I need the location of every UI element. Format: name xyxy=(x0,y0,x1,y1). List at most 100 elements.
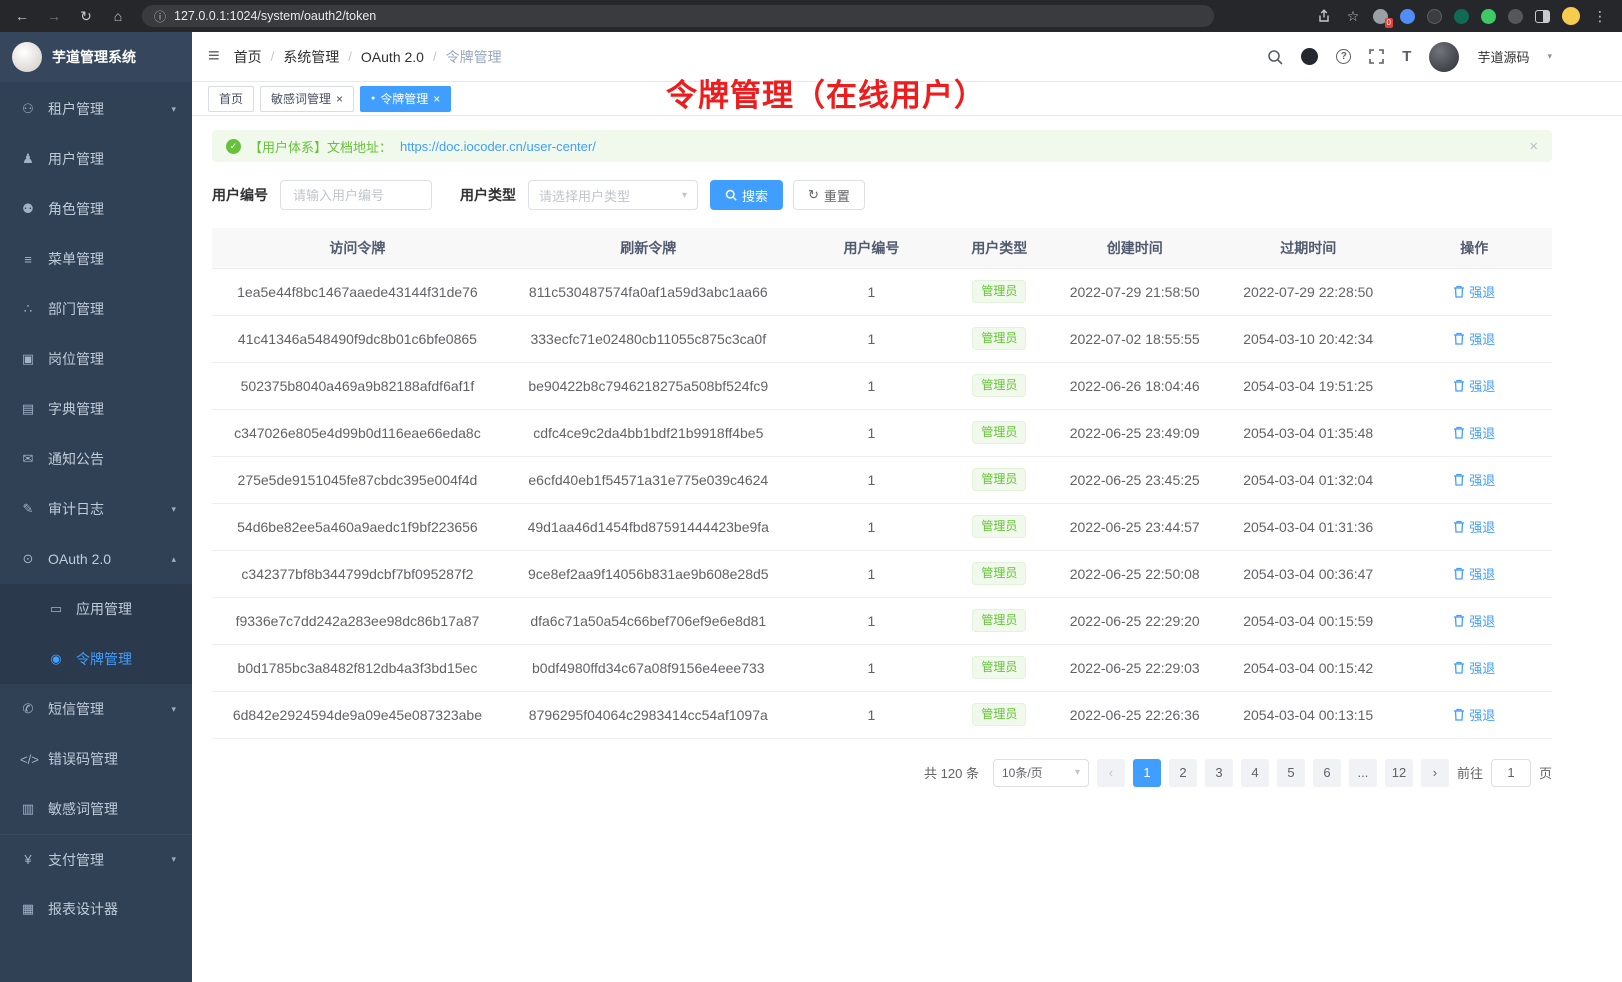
page-button[interactable]: 1 xyxy=(1133,759,1161,787)
force-logout-button[interactable]: 强退 xyxy=(1453,611,1495,630)
sidebar-item[interactable]: ∴ 部门管理 xyxy=(0,284,192,334)
address-bar[interactable]: ⓘ 127.0.0.1:1024/system/oauth2/token xyxy=(142,5,1214,27)
sidebar-item[interactable]: ▣ 岗位管理 xyxy=(0,334,192,384)
menu-item-label: 菜单管理 xyxy=(48,249,164,269)
expire-time-cell: 2054-03-04 00:13:15 xyxy=(1220,691,1397,738)
site-info-icon[interactable]: ⓘ xyxy=(154,8,166,25)
access-token-cell: c342377bf8b344799dcbf7bf095287f2 xyxy=(212,550,503,597)
tab[interactable]: 首页 xyxy=(208,86,254,112)
access-token-cell: f9336e7c7dd242a283ee98dc86b17a87 xyxy=(212,597,503,644)
sidebar-item[interactable]: ¥ 支付管理 ▾ xyxy=(0,834,192,884)
extension-icon-4[interactable] xyxy=(1454,9,1469,24)
sidebar-item[interactable]: ▭ 应用管理 xyxy=(0,584,192,634)
search-icon[interactable] xyxy=(1267,49,1283,65)
reload-icon[interactable]: ↻ xyxy=(78,9,94,23)
force-logout-button[interactable]: 强退 xyxy=(1453,705,1495,724)
bookmark-star-icon[interactable]: ☆ xyxy=(1345,9,1361,23)
fullscreen-icon[interactable] xyxy=(1369,49,1384,64)
force-logout-button[interactable]: 强退 xyxy=(1453,564,1495,583)
page-button[interactable]: 12 xyxy=(1385,759,1413,787)
sidebar-item[interactable]: ▤ 字典管理 xyxy=(0,384,192,434)
prev-page-button[interactable]: ‹ xyxy=(1097,759,1125,787)
jump-page-input[interactable] xyxy=(1491,759,1531,787)
refresh-token-cell: dfa6c71a50a54c66bef706ef9e6e8d81 xyxy=(503,597,794,644)
col-access-token: 访问令牌 xyxy=(212,228,503,268)
force-logout-button[interactable]: 强退 xyxy=(1453,423,1495,442)
user-name[interactable]: 芋道源码 xyxy=(1477,47,1529,66)
force-logout-button[interactable]: 强退 xyxy=(1453,658,1495,677)
force-logout-button[interactable]: 强退 xyxy=(1453,517,1495,536)
breadcrumb-oauth[interactable]: OAuth 2.0 xyxy=(361,49,424,65)
page-button[interactable]: 2 xyxy=(1169,759,1197,787)
sidebar-item[interactable]: ✆ 短信管理 ▾ xyxy=(0,684,192,734)
actions-cell: 强退 xyxy=(1396,409,1552,456)
sidebar-item[interactable]: ▦ 报表设计器 xyxy=(0,884,192,934)
tab[interactable]: ● 令牌管理 × xyxy=(360,86,451,112)
sidebar-item[interactable]: ✉ 通知公告 xyxy=(0,434,192,484)
page-button[interactable]: 5 xyxy=(1277,759,1305,787)
forward-icon[interactable]: → xyxy=(46,9,62,23)
font-size-icon[interactable]: T xyxy=(1402,48,1411,65)
user-id-cell: 1 xyxy=(794,456,949,503)
share-icon[interactable] xyxy=(1317,9,1333,23)
doc-link[interactable]: https://doc.iocoder.cn/user-center/ xyxy=(400,139,596,154)
help-icon[interactable]: ? xyxy=(1336,49,1351,64)
menu-item-icon: ⚉ xyxy=(20,201,36,217)
extension-icon-5[interactable] xyxy=(1508,9,1523,24)
menu-item-icon: </> xyxy=(20,752,36,767)
browser-profile-avatar[interactable] xyxy=(1562,7,1580,25)
user-avatar[interactable] xyxy=(1429,42,1459,72)
force-logout-button[interactable]: 强退 xyxy=(1453,376,1495,395)
user-type-badge: 管理员 xyxy=(972,374,1026,397)
access-token-cell: 54d6be82ee5a460a9aedc1f9bf223656 xyxy=(212,503,503,550)
user-id-label: 用户编号 xyxy=(212,185,268,205)
refresh-token-cell: 333ecfc71e02480cb11055c875c3ca0f xyxy=(503,315,794,362)
page-size-select[interactable]: 10条/页 ▾ xyxy=(993,759,1089,787)
back-icon[interactable]: ← xyxy=(14,9,30,23)
force-logout-button[interactable]: 强退 xyxy=(1453,329,1495,348)
tab-close-icon[interactable]: × xyxy=(336,92,343,106)
tag-view-bar: 首页 敏感词管理 × ● 令牌管理 × xyxy=(192,82,1622,116)
create-time-cell: 2022-06-25 23:49:09 xyxy=(1049,409,1220,456)
menu-item-icon: ≡ xyxy=(20,252,36,267)
extension-puzzle-icon[interactable] xyxy=(1481,9,1496,24)
extension-icon-1[interactable]: 0 xyxy=(1373,9,1388,24)
tab-close-icon[interactable]: × xyxy=(433,92,440,106)
force-logout-button[interactable]: 强退 xyxy=(1453,470,1495,489)
sidebar-item[interactable]: ✎ 审计日志 ▾ xyxy=(0,484,192,534)
side-panel-icon[interactable] xyxy=(1535,10,1550,23)
page-button[interactable]: 3 xyxy=(1205,759,1233,787)
page-button[interactable]: ... xyxy=(1349,759,1377,787)
tab-active-dot: ● xyxy=(371,95,375,102)
reset-button[interactable]: ↻ 重置 xyxy=(793,180,865,210)
alert-close-icon[interactable]: × xyxy=(1529,138,1538,155)
breadcrumb-home[interactable]: 首页 xyxy=(234,47,262,67)
collapse-sidebar-icon[interactable]: ≡ xyxy=(208,45,220,68)
sidebar-item[interactable]: ≡ 菜单管理 xyxy=(0,234,192,284)
sidebar-item[interactable]: ♟ 用户管理 xyxy=(0,134,192,184)
tab[interactable]: 敏感词管理 × xyxy=(260,86,354,112)
sidebar-item[interactable]: ▥ 敏感词管理 xyxy=(0,784,192,834)
browser-menu-icon[interactable]: ⋮ xyxy=(1592,9,1608,23)
sidebar-item[interactable]: ◉ 令牌管理 xyxy=(0,634,192,684)
page-button[interactable]: 4 xyxy=(1241,759,1269,787)
next-page-button[interactable]: › xyxy=(1421,759,1449,787)
page-button[interactable]: 6 xyxy=(1313,759,1341,787)
table-row: b0d1785bc3a8482f812db4a3f3bd15ec b0df498… xyxy=(212,644,1552,691)
sidebar-item[interactable]: </> 错误码管理 xyxy=(0,734,192,784)
sidebar-item[interactable]: ⊙ OAuth 2.0 ▴ xyxy=(0,534,192,584)
expire-time-cell: 2054-03-04 00:36:47 xyxy=(1220,550,1397,597)
breadcrumb-current: 令牌管理 xyxy=(446,47,502,67)
extension-icon-3[interactable] xyxy=(1427,9,1442,24)
breadcrumb-system[interactable]: 系统管理 xyxy=(283,47,339,67)
user-id-input[interactable] xyxy=(280,180,432,210)
user-type-select[interactable]: 请选择用户类型 ▾ xyxy=(528,180,698,210)
search-button[interactable]: 搜索 xyxy=(710,180,783,210)
menu-item-icon: ⚇ xyxy=(20,101,36,117)
sidebar-item[interactable]: ⚉ 角色管理 xyxy=(0,184,192,234)
extension-icon-2[interactable] xyxy=(1400,9,1415,24)
home-icon[interactable]: ⌂ xyxy=(110,9,126,23)
sidebar-item[interactable]: ⚇ 租户管理 ▾ xyxy=(0,84,192,134)
force-logout-button[interactable]: 强退 xyxy=(1453,282,1495,301)
github-icon[interactable] xyxy=(1301,48,1318,65)
